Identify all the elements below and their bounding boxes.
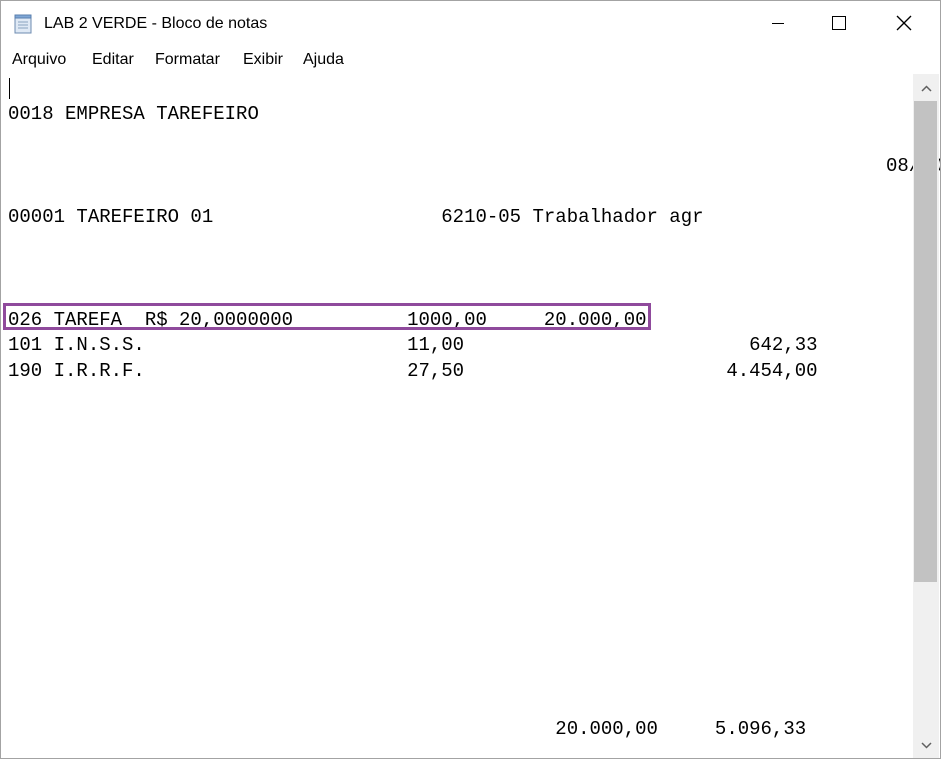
text-line: 08/2019 bbox=[8, 155, 941, 177]
text-line: 190 I.R.R.F. 27,50 4.454,00 bbox=[8, 360, 818, 382]
chevron-up-icon bbox=[920, 79, 932, 97]
menu-bar: Arquivo Editar Formatar Exibir Ajuda bbox=[1, 47, 940, 73]
text-caret bbox=[9, 78, 10, 99]
chevron-down-icon bbox=[920, 736, 932, 754]
menu-formatar[interactable]: Formatar bbox=[155, 51, 220, 69]
text-line: 7 bbox=[8, 129, 932, 151]
scroll-up-button[interactable] bbox=[913, 74, 939, 101]
menu-ajuda[interactable]: Ajuda bbox=[303, 51, 344, 69]
text-line: 00001 TAREFEIRO 01 6210-05 Trabalhador a… bbox=[8, 206, 704, 228]
menu-editar[interactable]: Editar bbox=[92, 51, 134, 69]
menu-arquivo[interactable]: Arquivo bbox=[12, 51, 66, 69]
notepad-window: LAB 2 VERDE - Bloco de notas Arquivo Edi… bbox=[0, 0, 941, 759]
close-button[interactable] bbox=[881, 1, 927, 45]
text-line-totals: 20.000,00 5.096,33 bbox=[8, 718, 807, 740]
text-editor[interactable]: 0018 EMPRESA TAREFEIRO 7 08/2019 00001 T… bbox=[1, 74, 940, 758]
menu-exibir[interactable]: Exibir bbox=[243, 51, 283, 69]
text-line: 101 I.N.S.S. 11,00 642,33 bbox=[8, 334, 818, 356]
scrollbar-thumb[interactable] bbox=[914, 101, 937, 582]
notepad-icon bbox=[14, 14, 32, 34]
vertical-scrollbar[interactable] bbox=[913, 74, 939, 758]
highlight-box bbox=[3, 303, 651, 330]
maximize-button[interactable] bbox=[816, 1, 862, 45]
title-bar[interactable]: LAB 2 VERDE - Bloco de notas bbox=[1, 1, 940, 45]
text-line: 0018 EMPRESA TAREFEIRO bbox=[8, 103, 259, 125]
minimize-icon bbox=[772, 17, 784, 29]
window-title: LAB 2 VERDE - Bloco de notas bbox=[44, 15, 268, 32]
maximize-icon bbox=[832, 16, 846, 30]
close-icon bbox=[896, 15, 912, 31]
scroll-down-button[interactable] bbox=[913, 731, 939, 758]
minimize-button[interactable] bbox=[755, 1, 801, 45]
